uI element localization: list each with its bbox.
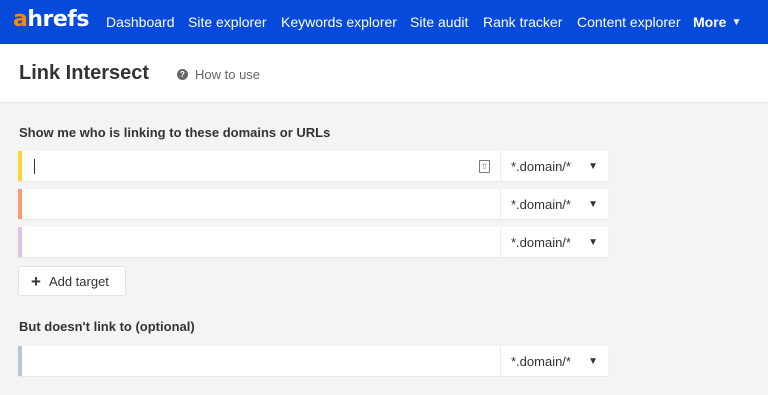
page-title: Link Intersect (19, 62, 150, 84)
nav-rank-tracker[interactable]: Rank tracker (483, 0, 562, 44)
exclude-input[interactable] (22, 347, 500, 375)
target-row-2: *.domain/* ▼ (18, 189, 608, 219)
caret-down-icon: ▼ (588, 160, 598, 172)
plus-icon: + (31, 271, 41, 291)
exclude-mode-value: *.domain/* (511, 353, 571, 369)
nav-more-menu[interactable]: More ▼ (693, 0, 741, 44)
exclude-field (22, 346, 501, 376)
nav-site-explorer[interactable]: Site explorer (188, 0, 267, 44)
add-target-button[interactable]: + Add target (18, 266, 126, 296)
exclude-row: *.domain/* ▼ (18, 346, 608, 376)
ahrefs-logo[interactable]: ahrefs (13, 6, 89, 34)
target-mode-value: *.domain/* (511, 158, 571, 174)
caret-down-icon: ▼ (731, 16, 742, 28)
target-input-3[interactable] (22, 228, 500, 256)
nav-content-explorer[interactable]: Content explorer (577, 0, 681, 44)
logo-text: hrefs (27, 7, 89, 32)
target-mode-select-3[interactable]: *.domain/* ▼ (501, 227, 608, 257)
target-input-1[interactable] (22, 152, 500, 180)
nav-more-label: More (693, 14, 727, 30)
target-mode-select-1[interactable]: *.domain/* ▼ (501, 151, 608, 181)
nav-site-audit[interactable]: Site audit (410, 0, 468, 44)
target-field (22, 227, 501, 257)
target-input-2[interactable] (22, 190, 500, 218)
targets-section-label: Show me who is linking to these domains … (19, 125, 331, 140)
target-mode-value: *.domain/* (511, 234, 571, 250)
target-field (22, 189, 501, 219)
target-row-1: ⇧ *.domain/* ▼ (18, 151, 608, 181)
caret-down-icon: ▼ (588, 198, 598, 210)
how-to-use-label: How to use (195, 67, 261, 82)
nav-keywords-explorer[interactable]: Keywords explorer (281, 0, 397, 44)
top-navigation-bar: ahrefs Dashboard Site explorer Keywords … (0, 0, 768, 44)
nav-dashboard[interactable]: Dashboard (106, 0, 175, 44)
logo-accent-letter: a (13, 7, 28, 32)
caret-down-icon: ▼ (588, 236, 598, 248)
text-cursor (34, 159, 35, 174)
keyboard-shortcut-icon[interactable]: ⇧ (479, 160, 490, 173)
how-to-use-link[interactable]: ? How to use (177, 67, 260, 82)
target-field: ⇧ (22, 151, 501, 181)
target-row-3: *.domain/* ▼ (18, 227, 608, 257)
exclude-section-label: But doesn't link to (optional) (19, 319, 195, 334)
caret-down-icon: ▼ (588, 355, 598, 367)
target-mode-select-2[interactable]: *.domain/* ▼ (501, 189, 608, 219)
page-header: Link Intersect ? How to use (0, 44, 768, 103)
question-icon: ? (177, 69, 188, 80)
exclude-mode-select[interactable]: *.domain/* ▼ (501, 346, 608, 376)
target-mode-value: *.domain/* (511, 196, 571, 212)
add-target-label: Add target (48, 273, 109, 289)
